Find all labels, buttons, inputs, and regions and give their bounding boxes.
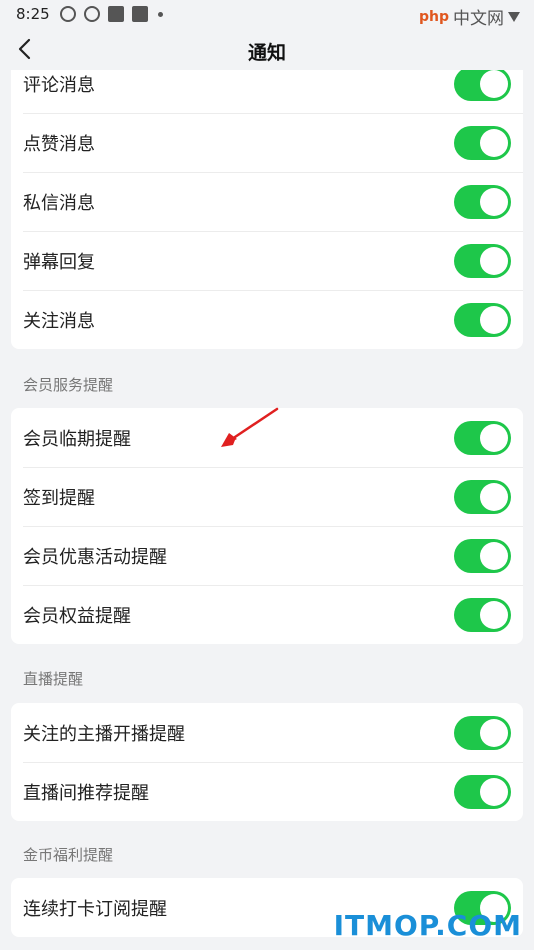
section-header-vip: 会员服务提醒 [23,376,114,394]
setting-label: 会员临期提醒 [23,428,131,450]
page-title: 通知 [247,42,286,64]
danmaku-toggle[interactable] [454,243,511,278]
setting-row-vip-benefit[interactable]: 会员权益提醒 [11,585,523,644]
setting-row-vip-promo[interactable]: 会员优惠活动提醒 [11,526,523,585]
follow-toggle[interactable] [454,302,511,337]
section-card-messages: 评论消息 点赞消息 私信消息 弹幕回复 关注消息 [11,54,523,349]
setting-row-danmaku[interactable]: 弹幕回复 [11,231,523,290]
section-header-live: 直播提醒 [23,670,84,688]
setting-label: 关注的主播开播提醒 [23,723,185,745]
setting-label: 直播间推荐提醒 [23,782,149,804]
annotation-arrow-icon [221,407,279,447]
setting-label: 会员优惠活动提醒 [23,546,167,568]
signal-icon [508,11,520,22]
setting-label: 会员权益提醒 [23,605,131,627]
site-watermark: php 中文网 [419,4,520,29]
nav-bar-overlay: 通知 [0,28,534,70]
status-bar-overlay: 8:25 php 中文网 [0,0,534,29]
dm-toggle[interactable] [454,184,511,219]
setting-row-live-recommend[interactable]: 直播间推荐提醒 [11,762,523,821]
setting-label: 连续打卡订阅提醒 [23,898,167,920]
notification-icon-2 [131,6,148,22]
status-time: 8:25 [16,5,50,23]
setting-row-follow[interactable]: 关注消息 [11,290,523,349]
watermark-cn: 中文网 [453,9,504,29]
live-recommend-toggle[interactable] [454,774,511,809]
weibo-icon [59,6,76,22]
more-dot-icon [157,11,163,17]
setting-label: 弹幕回复 [23,251,95,273]
comment-toggle[interactable] [454,66,511,101]
setting-row-checkin[interactable]: 签到提醒 [11,467,523,526]
app-icon [83,6,100,22]
status-icons [59,6,163,22]
streamer-live-toggle[interactable] [454,715,511,750]
setting-label: 签到提醒 [23,487,95,509]
setting-label: 关注消息 [23,310,95,332]
itmop-watermark: ITMOP.COM [333,909,522,942]
setting-label: 私信消息 [23,192,95,214]
vip-expire-toggle[interactable] [454,420,511,455]
section-header-coin: 金币福利提醒 [23,846,114,864]
setting-label: 评论消息 [23,74,95,96]
vip-benefit-toggle[interactable] [454,597,511,632]
like-toggle[interactable] [454,125,511,160]
notification-icon [107,6,124,22]
setting-row-like[interactable]: 点赞消息 [11,113,523,172]
setting-row-dm[interactable]: 私信消息 [11,172,523,231]
section-card-live: 关注的主播开播提醒 直播间推荐提醒 [11,703,523,821]
checkin-toggle[interactable] [454,479,511,514]
watermark-brand: php [418,8,449,25]
setting-label: 点赞消息 [23,133,95,155]
setting-row-streamer-live[interactable]: 关注的主播开播提醒 [11,703,523,762]
vip-promo-toggle[interactable] [454,538,511,573]
